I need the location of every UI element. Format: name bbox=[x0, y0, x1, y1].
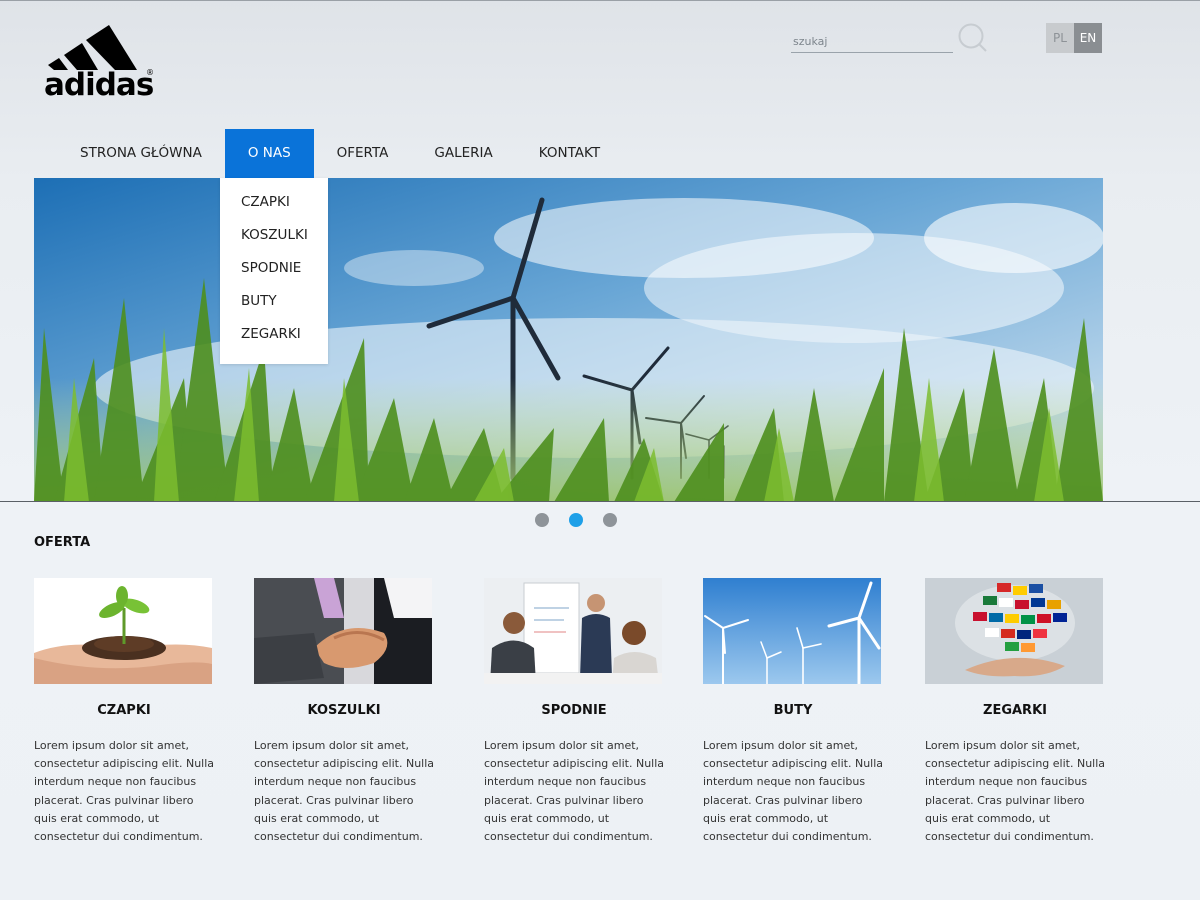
dropdown-item-czapki[interactable]: CZAPKI bbox=[220, 192, 328, 225]
dropdown-item-zegarki[interactable]: ZEGARKI bbox=[220, 324, 328, 357]
offer-card: ZEGARKI Lorem ipsum dolor sit amet, cons… bbox=[925, 578, 1105, 846]
offer-section-title: OFERTA bbox=[34, 535, 91, 550]
top-border bbox=[0, 0, 1200, 1]
search-button[interactable] bbox=[957, 22, 989, 54]
nav-item-gallery[interactable]: GALERIA bbox=[411, 129, 515, 178]
hero-slider bbox=[34, 178, 1103, 502]
offer-card-title[interactable]: BUTY bbox=[703, 703, 883, 718]
nav-item-offer[interactable]: OFERTA bbox=[314, 129, 412, 178]
dropdown-item-spodnie[interactable]: SPODNIE bbox=[220, 258, 328, 291]
lang-en-button[interactable]: EN bbox=[1074, 23, 1102, 53]
dropdown-item-buty[interactable]: BUTY bbox=[220, 291, 328, 324]
offer-card-text: Lorem ipsum dolor sit amet, consectetur … bbox=[484, 739, 665, 844]
offer-card: KOSZULKI Lorem ipsum dolor sit amet, con… bbox=[254, 578, 434, 846]
offer-card: CZAPKI Lorem ipsum dolor sit amet, conse… bbox=[34, 578, 214, 846]
main-nav: STRONA GŁÓWNA O NAS OFERTA GALERIA KONTA… bbox=[57, 129, 623, 178]
offer-card-title[interactable]: ZEGARKI bbox=[925, 703, 1105, 718]
offer-card-title[interactable]: KOSZULKI bbox=[254, 703, 434, 718]
adidas-logo[interactable]: adidas ® bbox=[44, 20, 159, 102]
slider-dot-1[interactable] bbox=[535, 513, 549, 527]
plant-in-hands-image[interactable] bbox=[34, 578, 212, 684]
handshake-image[interactable] bbox=[254, 578, 432, 684]
hero-divider bbox=[0, 501, 1200, 502]
dropdown-item-koszulki[interactable]: KOSZULKI bbox=[220, 225, 328, 258]
slider-dot-2[interactable] bbox=[569, 513, 583, 527]
search-icon bbox=[958, 23, 987, 52]
offer-card-text: Lorem ipsum dolor sit amet, consectetur … bbox=[34, 739, 215, 844]
nav-item-contact[interactable]: KONTAKT bbox=[516, 129, 623, 178]
offer-card: SPODNIE Lorem ipsum dolor sit amet, cons… bbox=[484, 578, 664, 846]
language-switcher: PL EN bbox=[1046, 23, 1102, 53]
slider-dot-3[interactable] bbox=[603, 513, 617, 527]
logo-wordmark: adidas bbox=[44, 67, 154, 103]
search-input[interactable] bbox=[791, 31, 953, 53]
world-flags-image[interactable] bbox=[925, 578, 1103, 684]
offer-card-title[interactable]: SPODNIE bbox=[484, 703, 664, 718]
offer-card-text: Lorem ipsum dolor sit amet, consectetur … bbox=[925, 739, 1106, 844]
registered-mark: ® bbox=[146, 68, 154, 77]
offer-card-text: Lorem ipsum dolor sit amet, consectetur … bbox=[254, 739, 435, 844]
offer-card: BUTY Lorem ipsum dolor sit amet, consect… bbox=[703, 578, 883, 846]
offer-card-text: Lorem ipsum dolor sit amet, consectetur … bbox=[703, 739, 884, 844]
offer-card-title[interactable]: CZAPKI bbox=[34, 703, 214, 718]
wind-turbines-thumb-image[interactable] bbox=[703, 578, 881, 684]
about-dropdown-menu: CZAPKI KOSZULKI SPODNIE BUTY ZEGARKI bbox=[220, 178, 328, 364]
lang-pl-button[interactable]: PL bbox=[1046, 23, 1074, 53]
nav-item-about[interactable]: O NAS bbox=[224, 129, 314, 178]
nav-item-home[interactable]: STRONA GŁÓWNA bbox=[57, 129, 225, 178]
wind-turbines-image bbox=[34, 178, 1103, 502]
slider-pagination bbox=[535, 513, 637, 527]
presentation-meeting-image[interactable] bbox=[484, 578, 662, 684]
